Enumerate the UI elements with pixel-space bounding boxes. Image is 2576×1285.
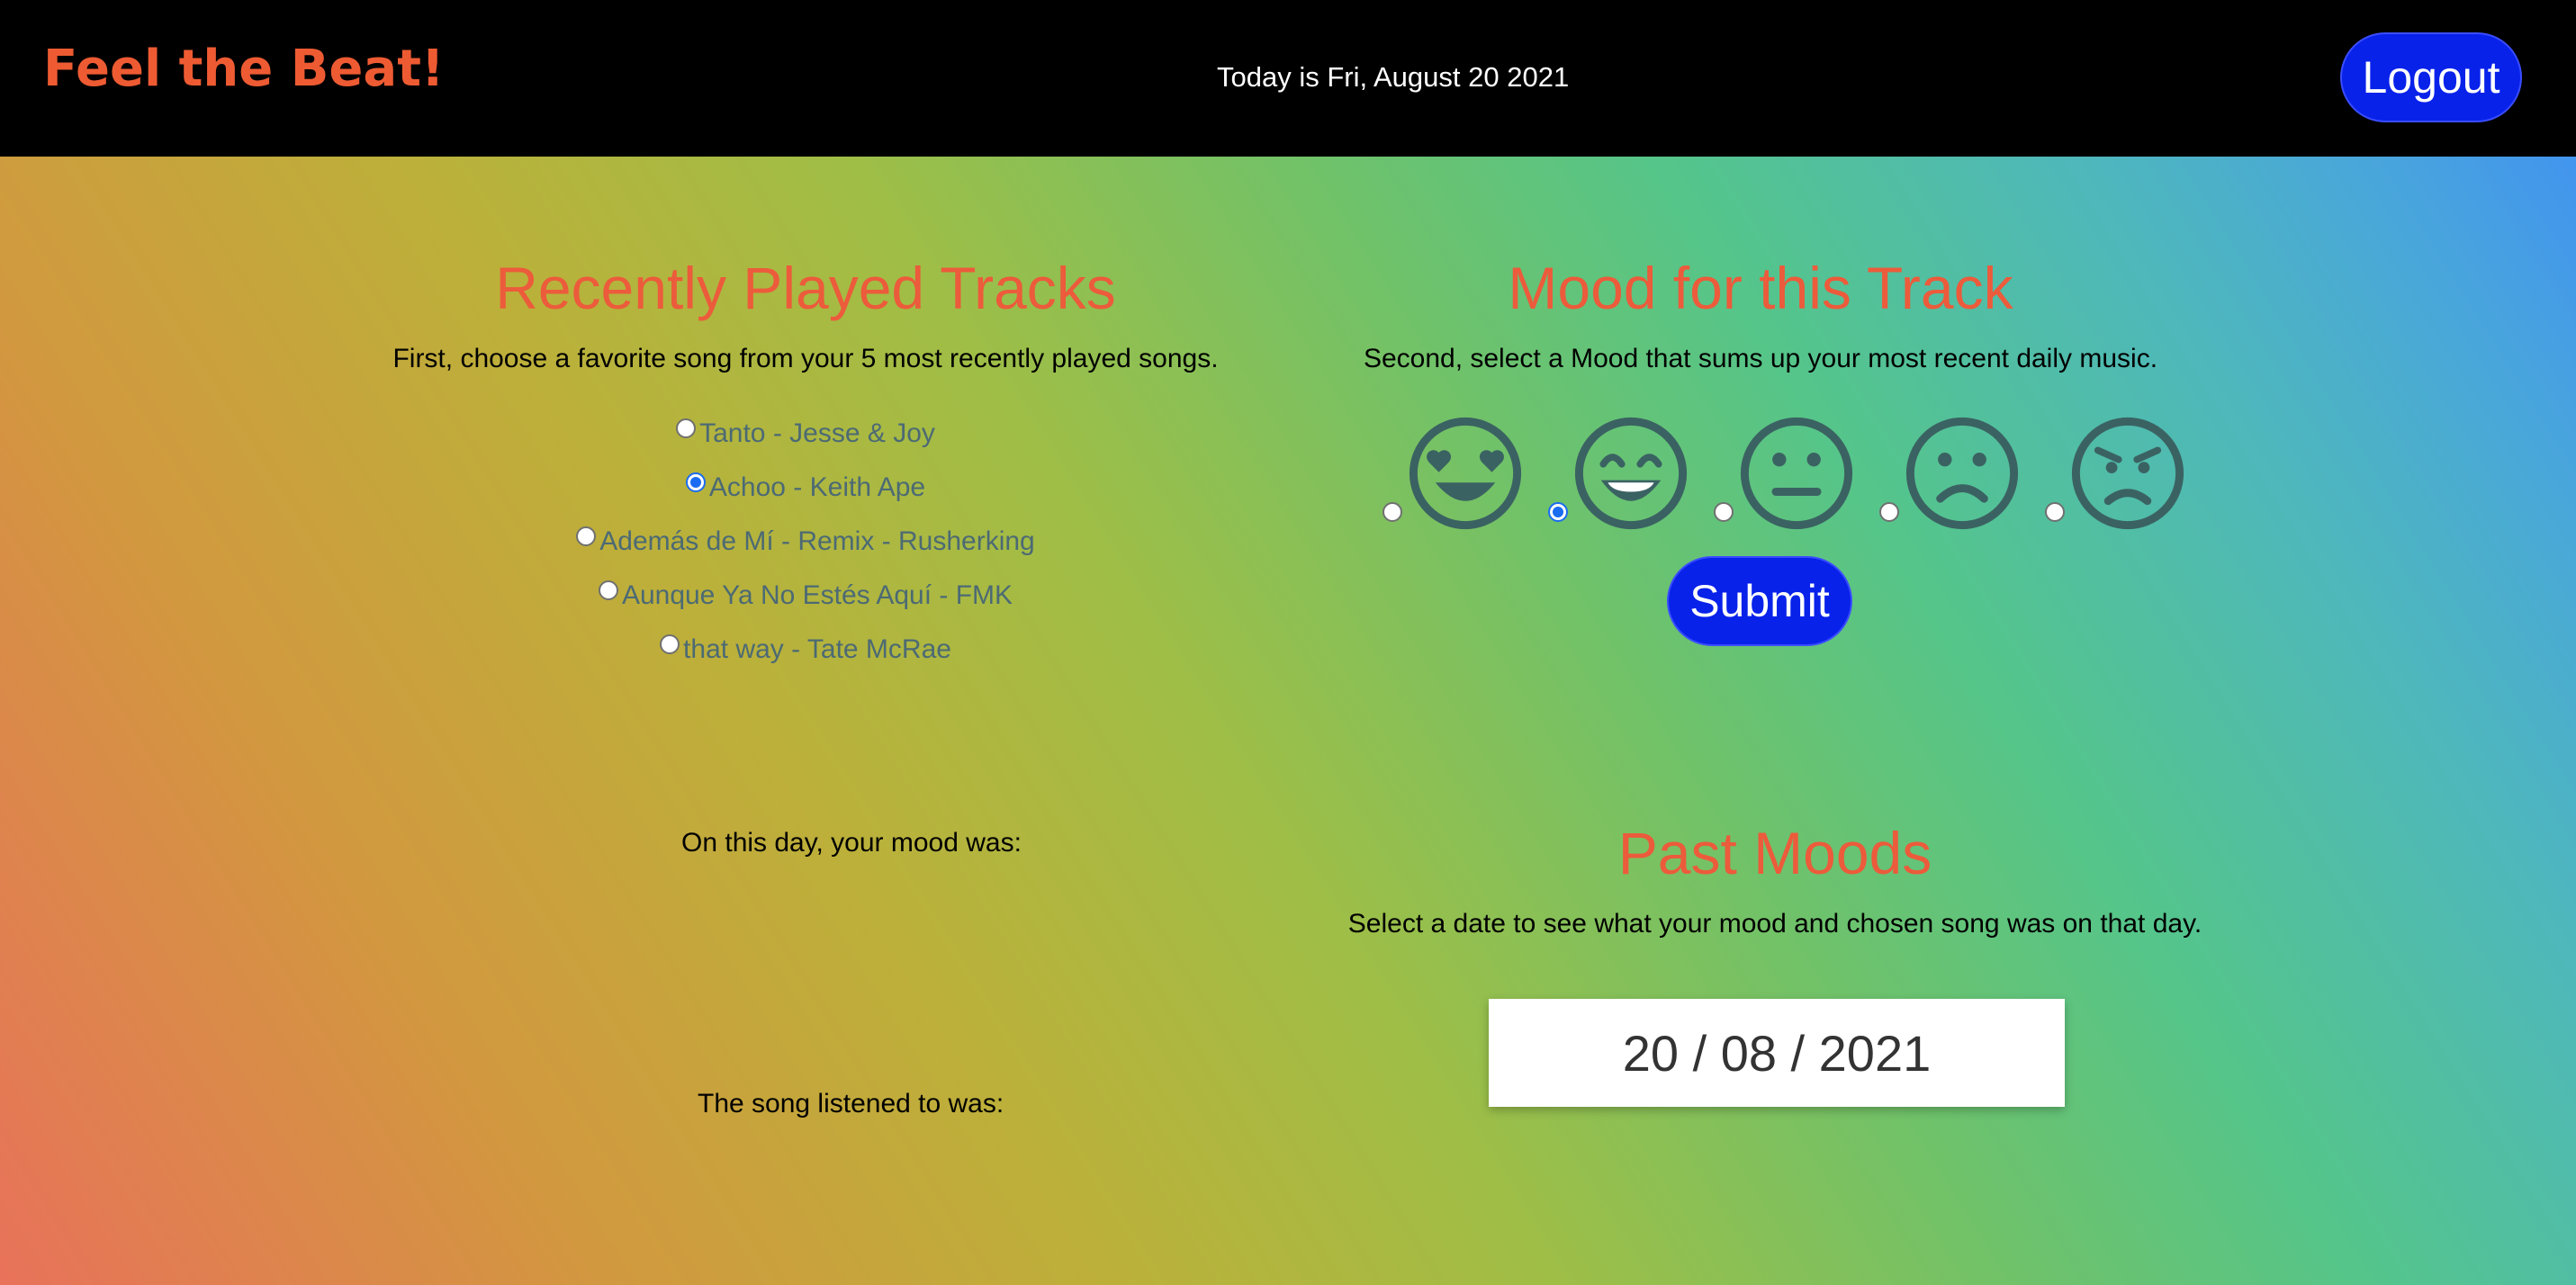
- logout-button[interactable]: Logout: [2340, 32, 2522, 122]
- today-date: Today is Fri, August 20 2021: [1217, 61, 1570, 93]
- past-mood-label: On this day, your mood was:: [681, 828, 1022, 858]
- track-option[interactable]: Aunque Ya No Estés Aquí - FMK: [450, 569, 1161, 623]
- heart-eyes-face-icon[interactable]: [1408, 416, 1523, 531]
- mood-radio[interactable]: [1383, 502, 1402, 522]
- mood-option[interactable]: [1383, 416, 1548, 531]
- past-moods-title: Past Moods: [1617, 820, 1932, 886]
- mood-option[interactable]: [2045, 416, 2211, 531]
- track-label[interactable]: Además de Mí - Remix - Rusherking: [599, 526, 1035, 557]
- mood-radio[interactable]: [1548, 502, 1568, 522]
- top-bar: Feel the Beat! Today is Fri, August 20 2…: [0, 0, 2576, 157]
- angry-face-icon[interactable]: [2070, 416, 2185, 531]
- brand-logo[interactable]: Feel the Beat!: [43, 40, 445, 98]
- grinning-face-icon[interactable]: [1573, 416, 1689, 531]
- track-option[interactable]: Tanto - Jesse & Joy: [450, 407, 1161, 461]
- neutral-face-icon[interactable]: [1739, 416, 1854, 531]
- mood-radio[interactable]: [2045, 502, 2065, 522]
- track-option[interactable]: that way - Tate McRae: [450, 623, 1161, 677]
- mood-radio[interactable]: [1879, 502, 1899, 522]
- past-song-label: The song listened to was:: [698, 1089, 1004, 1119]
- track-option[interactable]: Achoo - Keith Ape: [450, 461, 1161, 515]
- track-label[interactable]: Tanto - Jesse & Joy: [699, 418, 935, 449]
- track-option[interactable]: Además de Mí - Remix - Rusherking: [450, 515, 1161, 569]
- date-picker-input[interactable]: 20 / 08 / 2021: [1489, 999, 2065, 1107]
- frowning-face-icon[interactable]: [1905, 416, 2020, 531]
- past-moods-subtitle: Select a date to see what your mood and …: [1347, 909, 2202, 939]
- track-radio[interactable]: [685, 472, 706, 492]
- mood-subtitle: Second, select a Mood that sums up your …: [1363, 344, 2158, 373]
- mood-radio[interactable]: [1714, 502, 1734, 522]
- track-radio[interactable]: [676, 418, 697, 438]
- track-radio[interactable]: [660, 634, 680, 654]
- mood-title: Mood for this Track: [1508, 255, 2013, 321]
- mood-option[interactable]: [1548, 416, 1714, 531]
- submit-button[interactable]: Submit: [1667, 556, 1852, 646]
- track-radio[interactable]: [598, 580, 618, 600]
- recent-tracks-title: Recently Played Tracks: [495, 255, 1116, 321]
- track-radio[interactable]: [576, 526, 597, 546]
- mood-option[interactable]: [1714, 416, 1879, 531]
- recent-tracks-subtitle: First, choose a favorite song from your …: [392, 344, 1219, 373]
- track-list: Tanto - Jesse & Joy Achoo - Keith Ape Ad…: [450, 407, 1161, 677]
- mood-option[interactable]: [1879, 416, 2045, 531]
- mood-options: [1383, 416, 2211, 531]
- track-label[interactable]: Achoo - Keith Ape: [709, 472, 925, 503]
- track-label[interactable]: Aunque Ya No Estés Aquí - FMK: [622, 580, 1013, 611]
- track-label[interactable]: that way - Tate McRae: [683, 634, 951, 665]
